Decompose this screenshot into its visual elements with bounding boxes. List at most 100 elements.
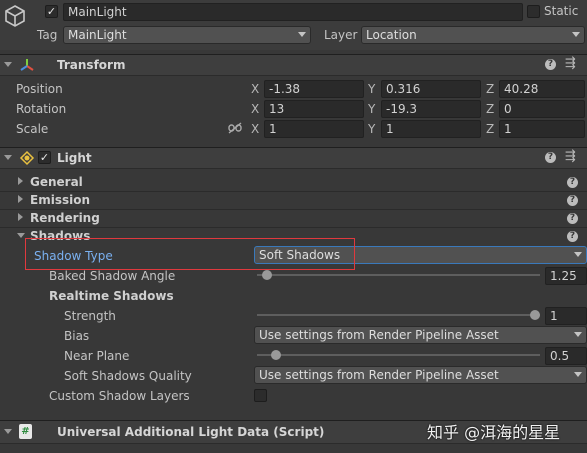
chevron-down-icon: [298, 32, 306, 37]
object-name-field[interactable]: MainLight: [63, 3, 523, 21]
help-icon[interactable]: ?: [567, 195, 578, 206]
transform-header[interactable]: Transform ? ⇶: [0, 54, 587, 76]
rendering-label[interactable]: Rendering: [30, 211, 100, 225]
near-plane-slider[interactable]: [257, 349, 540, 361]
help-icon[interactable]: ?: [545, 152, 556, 163]
chevron-down-icon: [572, 32, 580, 37]
script-icon: #: [19, 424, 32, 439]
baked-shadow-angle-field[interactable]: 1.25: [545, 267, 587, 285]
scale-y-axis[interactable]: Y: [368, 122, 375, 136]
position-y-axis[interactable]: Y: [368, 82, 375, 96]
baked-shadow-angle-slider[interactable]: [257, 269, 540, 281]
rotation-x-axis[interactable]: X: [251, 102, 259, 116]
general-foldout-icon[interactable]: [18, 177, 23, 185]
slider-track: [257, 314, 540, 316]
position-y-field[interactable]: 0.316: [381, 80, 481, 98]
transform-foldout-icon[interactable]: [4, 62, 12, 67]
rendering-foldout-icon[interactable]: [18, 213, 23, 221]
bias-value: Use settings from Render Pipeline Asset: [259, 328, 499, 342]
shadows-foldout-icon[interactable]: [17, 233, 25, 238]
chevron-down-icon: [574, 372, 582, 377]
additional-foldout-icon[interactable]: [4, 429, 12, 434]
transform-icon: [20, 59, 34, 71]
help-icon[interactable]: ?: [567, 177, 578, 188]
position-x-value: -1.38: [269, 82, 301, 96]
help-icon[interactable]: ?: [567, 231, 578, 242]
strength-value: 1: [550, 309, 558, 323]
rotation-y-axis[interactable]: Y: [368, 102, 375, 116]
rotation-label: Rotation: [16, 102, 67, 116]
soft-shadows-quality-dropdown[interactable]: Use settings from Render Pipeline Asset: [254, 366, 587, 384]
settings-sliders-icon[interactable]: ⇶: [565, 56, 576, 71]
strength-label: Strength: [64, 309, 116, 323]
divider: [0, 227, 587, 228]
emission-label[interactable]: Emission: [30, 193, 90, 207]
bias-dropdown[interactable]: Use settings from Render Pipeline Asset: [254, 326, 587, 344]
light-enabled-checkbox[interactable]: ✓: [38, 151, 51, 164]
transform-title: Transform: [57, 58, 126, 72]
soft-shadows-quality-label: Soft Shadows Quality: [64, 369, 192, 383]
near-plane-field[interactable]: 0.5: [545, 347, 587, 365]
layer-label: Layer: [324, 28, 358, 42]
position-y-value: 0.316: [386, 82, 421, 96]
rotation-z-value: 0: [504, 102, 512, 116]
realtime-shadows-label: Realtime Shadows: [49, 289, 174, 303]
strength-field[interactable]: 1: [545, 307, 587, 325]
custom-shadow-layers-checkbox[interactable]: [254, 389, 267, 402]
emission-foldout-icon[interactable]: [18, 195, 23, 203]
rotation-z-field[interactable]: 0: [499, 100, 585, 118]
tag-label: Tag: [37, 28, 58, 42]
slider-track: [257, 354, 540, 356]
divider: [0, 209, 587, 210]
position-x-field[interactable]: -1.38: [264, 80, 364, 98]
position-z-field[interactable]: 40.28: [499, 80, 585, 98]
position-z-value: 40.28: [504, 82, 539, 96]
custom-shadow-layers-label: Custom Shadow Layers: [49, 389, 190, 403]
position-z-axis[interactable]: Z: [486, 82, 494, 96]
settings-sliders-icon[interactable]: ⇶: [565, 149, 576, 164]
static-label: Static: [544, 4, 579, 18]
light-icon: [19, 150, 35, 166]
scale-z-axis[interactable]: Z: [486, 122, 494, 136]
active-checkbox[interactable]: ✓: [45, 5, 58, 18]
help-icon[interactable]: ?: [545, 59, 556, 70]
scale-x-field[interactable]: 1: [264, 120, 364, 138]
help-icon[interactable]: ?: [567, 213, 578, 224]
highlight-box: [25, 238, 355, 270]
bias-label: Bias: [64, 329, 90, 343]
chevron-down-icon: [574, 332, 582, 337]
constrain-proportions-icon[interactable]: [228, 122, 242, 134]
baked-shadow-angle-value: 1.25: [550, 269, 577, 283]
slider-thumb[interactable]: [271, 350, 281, 360]
scale-z-value: 1: [504, 122, 512, 136]
gameobject-cube-icon: [5, 5, 25, 27]
divider: [0, 191, 587, 192]
scale-y-value: 1: [386, 122, 394, 136]
layer-value: Location: [366, 28, 417, 42]
chevron-down-icon: [574, 252, 582, 257]
near-plane-label: Near Plane: [64, 349, 130, 363]
rotation-x-value: 13: [269, 102, 285, 116]
light-header[interactable]: ✓ Light ? ⇶: [0, 147, 587, 169]
tag-dropdown[interactable]: MainLight: [63, 26, 311, 44]
light-foldout-icon[interactable]: [4, 155, 12, 160]
layer-dropdown[interactable]: Location: [361, 26, 585, 44]
slider-thumb[interactable]: [530, 310, 540, 320]
rotation-z-axis[interactable]: Z: [486, 102, 494, 116]
static-checkbox[interactable]: [527, 5, 540, 18]
general-label[interactable]: General: [30, 175, 83, 189]
scale-y-field[interactable]: 1: [381, 120, 481, 138]
rotation-y-field[interactable]: -19.3: [381, 100, 481, 118]
slider-thumb[interactable]: [262, 270, 272, 280]
scale-z-field[interactable]: 1: [499, 120, 585, 138]
soft-shadows-quality-value: Use settings from Render Pipeline Asset: [259, 368, 499, 382]
tag-value: MainLight: [68, 28, 127, 42]
slider-track: [257, 274, 540, 276]
rotation-x-field[interactable]: 13: [264, 100, 364, 118]
near-plane-value: 0.5: [550, 349, 570, 363]
object-name-text: MainLight: [68, 5, 127, 19]
position-x-axis[interactable]: X: [251, 82, 259, 96]
scale-x-axis[interactable]: X: [251, 122, 259, 136]
baked-shadow-angle-label: Baked Shadow Angle: [49, 269, 176, 283]
strength-slider[interactable]: [257, 309, 540, 321]
